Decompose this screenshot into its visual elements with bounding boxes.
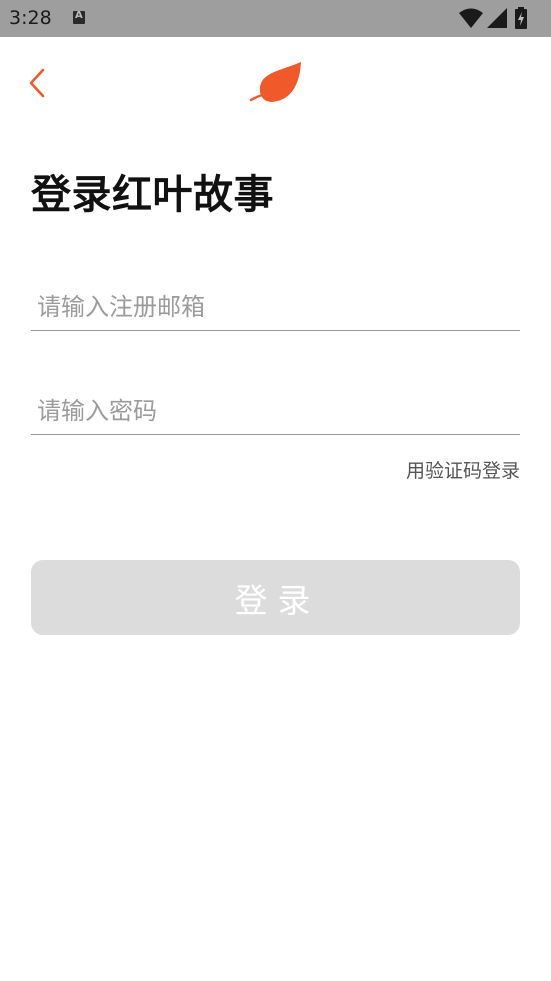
wifi-icon xyxy=(459,8,483,28)
leaf-icon xyxy=(249,62,301,102)
email-field[interactable] xyxy=(31,283,520,331)
status-bar: 3:28 xyxy=(0,0,551,37)
keyboard-a-icon xyxy=(73,10,85,24)
chevron-left-icon xyxy=(29,68,45,98)
status-time: 3:28 xyxy=(9,7,52,29)
password-field[interactable] xyxy=(31,387,520,435)
code-login-link[interactable]: 用验证码登录 xyxy=(406,456,520,483)
battery-charging-icon xyxy=(515,7,527,29)
page-title: 登录红叶故事 xyxy=(31,172,274,218)
login-button[interactable]: 登录 xyxy=(31,560,520,635)
back-button[interactable] xyxy=(22,64,58,102)
signal-icon xyxy=(487,8,507,28)
